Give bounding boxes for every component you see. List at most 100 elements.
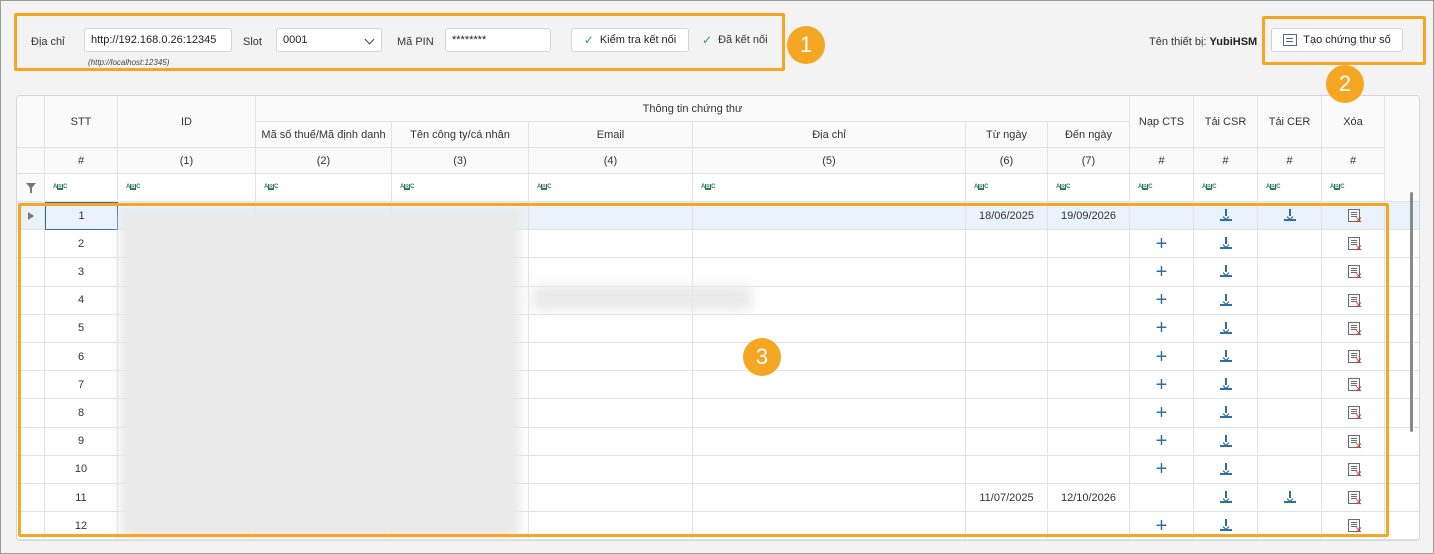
delete-icon[interactable]: ✕ — [1347, 434, 1363, 450]
column-header-email[interactable]: Email — [529, 122, 693, 148]
vertical-scrollbar[interactable] — [1410, 192, 1413, 432]
cell-del[interactable]: ✕ — [1322, 258, 1385, 287]
row-expander[interactable] — [17, 202, 45, 231]
column-header-address[interactable]: Địa chỉ — [693, 122, 966, 148]
cell-csr[interactable] — [1194, 343, 1258, 372]
delete-icon[interactable]: ✕ — [1347, 406, 1363, 422]
column-header-name[interactable]: Tên công ty/cá nhân — [392, 122, 529, 148]
cell-cer[interactable] — [1258, 230, 1322, 259]
column-header-load[interactable]: Nạp CTS — [1130, 96, 1194, 148]
cell-cer[interactable] — [1258, 455, 1322, 484]
filter-cell-del[interactable]: ABC — [1322, 174, 1385, 202]
row-expander[interactable] — [17, 399, 45, 428]
row-expander[interactable] — [17, 512, 45, 540]
add-icon[interactable]: + — [1156, 516, 1168, 536]
cell-cer[interactable] — [1258, 371, 1322, 400]
pin-input[interactable]: ******** — [445, 28, 551, 52]
download-icon[interactable] — [1220, 434, 1232, 447]
cell-load[interactable]: + — [1130, 286, 1194, 315]
filter-icon[interactable] — [26, 183, 36, 193]
download-icon[interactable] — [1284, 491, 1296, 503]
row-expander[interactable] — [17, 314, 45, 343]
download-icon[interactable] — [1220, 265, 1232, 278]
add-icon[interactable]: + — [1156, 234, 1168, 254]
row-expander[interactable] — [17, 455, 45, 484]
text-filter-icon[interactable]: ABC — [701, 184, 715, 190]
cell-del[interactable]: ✕ — [1322, 455, 1385, 484]
cell-cer[interactable] — [1258, 202, 1322, 231]
cell-load[interactable]: + — [1130, 371, 1194, 400]
cell-load[interactable]: + — [1130, 314, 1194, 343]
cell-load[interactable]: + — [1130, 427, 1194, 456]
row-expander[interactable] — [17, 371, 45, 400]
add-icon[interactable]: + — [1156, 290, 1168, 310]
cell-del[interactable]: ✕ — [1322, 202, 1385, 231]
cell-csr[interactable] — [1194, 230, 1258, 259]
cell-cer[interactable] — [1258, 286, 1322, 315]
add-icon[interactable]: + — [1156, 431, 1168, 451]
download-icon[interactable] — [1220, 321, 1232, 334]
column-header-del[interactable]: Xóa — [1322, 96, 1385, 148]
cell-cer[interactable] — [1258, 343, 1322, 372]
add-icon[interactable]: + — [1156, 459, 1168, 479]
cell-del[interactable]: ✕ — [1322, 512, 1385, 540]
cell-cer[interactable] — [1258, 399, 1322, 428]
text-filter-icon[interactable]: ABC — [1138, 184, 1152, 190]
text-filter-icon[interactable]: ABC — [400, 184, 414, 190]
cell-load[interactable]: + — [1130, 512, 1194, 540]
delete-icon[interactable]: ✕ — [1347, 237, 1363, 253]
cell-cer[interactable] — [1258, 512, 1322, 540]
delete-icon[interactable]: ✕ — [1347, 462, 1363, 478]
cell-load[interactable]: + — [1130, 399, 1194, 428]
column-header-csr[interactable]: Tải CSR — [1194, 96, 1258, 148]
cell-del[interactable]: ✕ — [1322, 314, 1385, 343]
cell-cer[interactable] — [1258, 484, 1322, 513]
column-header-from[interactable]: Từ ngày — [966, 122, 1048, 148]
download-icon[interactable] — [1220, 491, 1232, 503]
cell-load[interactable] — [1130, 202, 1194, 231]
delete-icon[interactable]: ✕ — [1347, 378, 1363, 394]
download-icon[interactable] — [1220, 378, 1232, 391]
cell-del[interactable]: ✕ — [1322, 427, 1385, 456]
column-header-cer[interactable]: Tải CER — [1258, 96, 1322, 148]
filter-cell-tax[interactable]: ABC — [256, 174, 392, 202]
text-filter-icon[interactable]: ABC — [1202, 184, 1216, 190]
cell-load[interactable]: + — [1130, 455, 1194, 484]
row-expander[interactable] — [17, 343, 45, 372]
filter-cell-to[interactable]: ABC — [1048, 174, 1130, 202]
delete-icon[interactable]: ✕ — [1347, 321, 1363, 337]
text-filter-icon[interactable]: ABC — [1330, 184, 1344, 190]
filter-cell-name[interactable]: ABC — [392, 174, 529, 202]
download-icon[interactable] — [1220, 519, 1232, 532]
delete-icon[interactable]: ✕ — [1347, 209, 1363, 225]
cell-csr[interactable] — [1194, 399, 1258, 428]
add-icon[interactable]: + — [1156, 375, 1168, 395]
add-icon[interactable]: + — [1156, 318, 1168, 338]
column-header-stt[interactable]: STT — [45, 96, 118, 148]
cell-del[interactable]: ✕ — [1322, 230, 1385, 259]
row-expander[interactable] — [17, 484, 45, 513]
cell-csr[interactable] — [1194, 484, 1258, 513]
cell-del[interactable]: ✕ — [1322, 286, 1385, 315]
cell-load[interactable] — [1130, 484, 1194, 513]
download-icon[interactable] — [1220, 462, 1232, 475]
row-expander[interactable] — [17, 258, 45, 287]
slot-select[interactable]: 0001 — [276, 28, 382, 52]
column-header-id[interactable]: ID — [118, 96, 256, 148]
delete-icon[interactable]: ✕ — [1347, 265, 1363, 281]
cell-cer[interactable] — [1258, 258, 1322, 287]
download-icon[interactable] — [1220, 209, 1232, 221]
download-icon[interactable] — [1220, 293, 1232, 306]
filter-cell-csr[interactable]: ABC — [1194, 174, 1258, 202]
cell-load[interactable]: + — [1130, 343, 1194, 372]
filter-cell[interactable] — [17, 174, 45, 202]
filter-cell-email[interactable]: ABC — [529, 174, 693, 202]
cell-load[interactable]: + — [1130, 258, 1194, 287]
delete-icon[interactable]: ✕ — [1347, 350, 1363, 366]
cell-del[interactable]: ✕ — [1322, 399, 1385, 428]
row-expander[interactable] — [17, 230, 45, 259]
filter-cell-id[interactable]: ABC — [118, 174, 256, 202]
cell-del[interactable]: ✕ — [1322, 484, 1385, 513]
check-connection-button[interactable]: ✓ Kiểm tra kết nối — [571, 28, 689, 52]
delete-icon[interactable]: ✕ — [1347, 293, 1363, 309]
